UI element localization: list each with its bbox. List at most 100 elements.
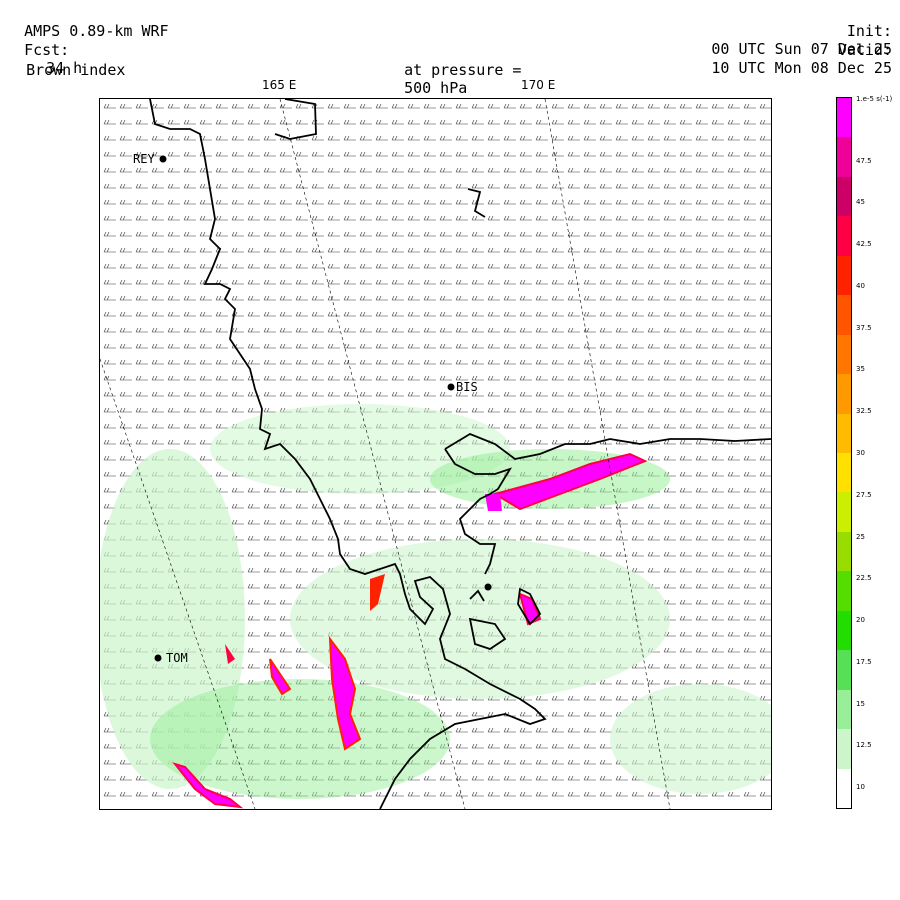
- wind-barb: [711, 663, 724, 669]
- wind-barb: [679, 615, 692, 621]
- wind-barb: [231, 247, 244, 253]
- wind-barb: [583, 183, 596, 189]
- wind-barb: [327, 295, 340, 301]
- wind-barb: [519, 311, 532, 317]
- wind-barb: [231, 407, 244, 413]
- wind-barb: [519, 295, 532, 301]
- wind-barb: [471, 135, 484, 141]
- wind-barb: [279, 375, 292, 381]
- wind-barb: [743, 231, 756, 237]
- wind-barb: [263, 103, 276, 109]
- wind-barb: [599, 519, 612, 525]
- wind-barb: [103, 167, 116, 173]
- wind-barb: [119, 407, 132, 413]
- wind-barb: [103, 759, 116, 765]
- wind-barb: [119, 151, 132, 157]
- wind-barb: [647, 295, 660, 301]
- wind-barb: [743, 247, 756, 253]
- wind-barb: [615, 199, 628, 205]
- wind-barb: [647, 407, 660, 413]
- wind-barb: [199, 391, 212, 397]
- wind-barb: [327, 551, 340, 557]
- wind-barb: [567, 743, 580, 749]
- wind-barb: [103, 775, 116, 781]
- wind-barb: [263, 535, 276, 541]
- wind-barb: [247, 615, 260, 621]
- wind-barb: [695, 455, 708, 461]
- wind-barb: [599, 311, 612, 317]
- wind-barb: [439, 231, 452, 237]
- wind-barb: [183, 343, 196, 349]
- wind-barb: [551, 535, 564, 541]
- wind-barb: [631, 151, 644, 157]
- wind-barb: [743, 519, 756, 525]
- wind-barb: [151, 391, 164, 397]
- wind-barb: [423, 311, 436, 317]
- wind-barb: [551, 295, 564, 301]
- colorbar-tick-label: 45: [856, 198, 865, 207]
- wind-barb: [583, 135, 596, 141]
- wind-barb: [343, 167, 356, 173]
- wind-barb: [215, 407, 228, 413]
- wind-barb: [647, 215, 660, 221]
- wind-barb: [487, 375, 500, 381]
- wind-barb: [391, 183, 404, 189]
- wind-barb: [743, 487, 756, 493]
- wind-barb: [615, 775, 628, 781]
- wind-barb: [375, 311, 388, 317]
- wind-barb: [375, 343, 388, 349]
- wind-barb: [135, 791, 148, 797]
- wind-barb: [263, 551, 276, 557]
- wind-barb: [135, 279, 148, 285]
- wind-barb: [647, 519, 660, 525]
- wind-barb: [263, 135, 276, 141]
- wind-barb: [103, 247, 116, 253]
- station-dot-bis[interactable]: [447, 383, 455, 391]
- wind-barb: [551, 343, 564, 349]
- station-dot-tom[interactable]: [154, 654, 162, 662]
- station-dot-unnamed[interactable]: [484, 583, 492, 591]
- wind-barb: [423, 247, 436, 253]
- wind-barb: [183, 391, 196, 397]
- wind-barb: [151, 167, 164, 173]
- wind-barb: [647, 343, 660, 349]
- station-dot-rey[interactable]: [159, 155, 167, 163]
- wind-barb: [743, 679, 756, 685]
- wind-barb: [439, 359, 452, 365]
- wind-barb: [759, 631, 771, 637]
- wind-barb: [535, 231, 548, 237]
- wind-barb: [375, 327, 388, 333]
- wind-barb: [727, 183, 740, 189]
- wind-barb: [183, 119, 196, 125]
- wind-barb: [247, 215, 260, 221]
- wind-barb: [631, 679, 644, 685]
- wind-barb: [695, 567, 708, 573]
- wind-barb: [151, 135, 164, 141]
- wind-barb: [551, 759, 564, 765]
- wind-barb: [167, 247, 180, 253]
- wind-barb: [439, 791, 452, 797]
- wind-barb: [471, 727, 484, 733]
- wind-barb: [519, 135, 532, 141]
- wind-barb: [215, 343, 228, 349]
- wind-barb: [295, 311, 308, 317]
- wind-barb: [103, 263, 116, 269]
- wind-barb: [695, 375, 708, 381]
- wind-barb: [583, 279, 596, 285]
- wind-barb: [679, 503, 692, 509]
- wind-barb: [215, 263, 228, 269]
- wind-barb: [583, 775, 596, 781]
- wind-barb: [663, 295, 676, 301]
- wind-barb: [487, 295, 500, 301]
- wind-barb: [615, 167, 628, 173]
- wind-barb: [423, 183, 436, 189]
- wind-barb: [743, 471, 756, 477]
- wind-barb: [679, 471, 692, 477]
- wind-barb: [103, 359, 116, 365]
- wind-barb: [695, 535, 708, 541]
- wind-barb: [215, 231, 228, 237]
- wind-barb: [551, 183, 564, 189]
- wind-barb: [375, 247, 388, 253]
- wind-barb: [119, 167, 132, 173]
- wind-barb: [439, 295, 452, 301]
